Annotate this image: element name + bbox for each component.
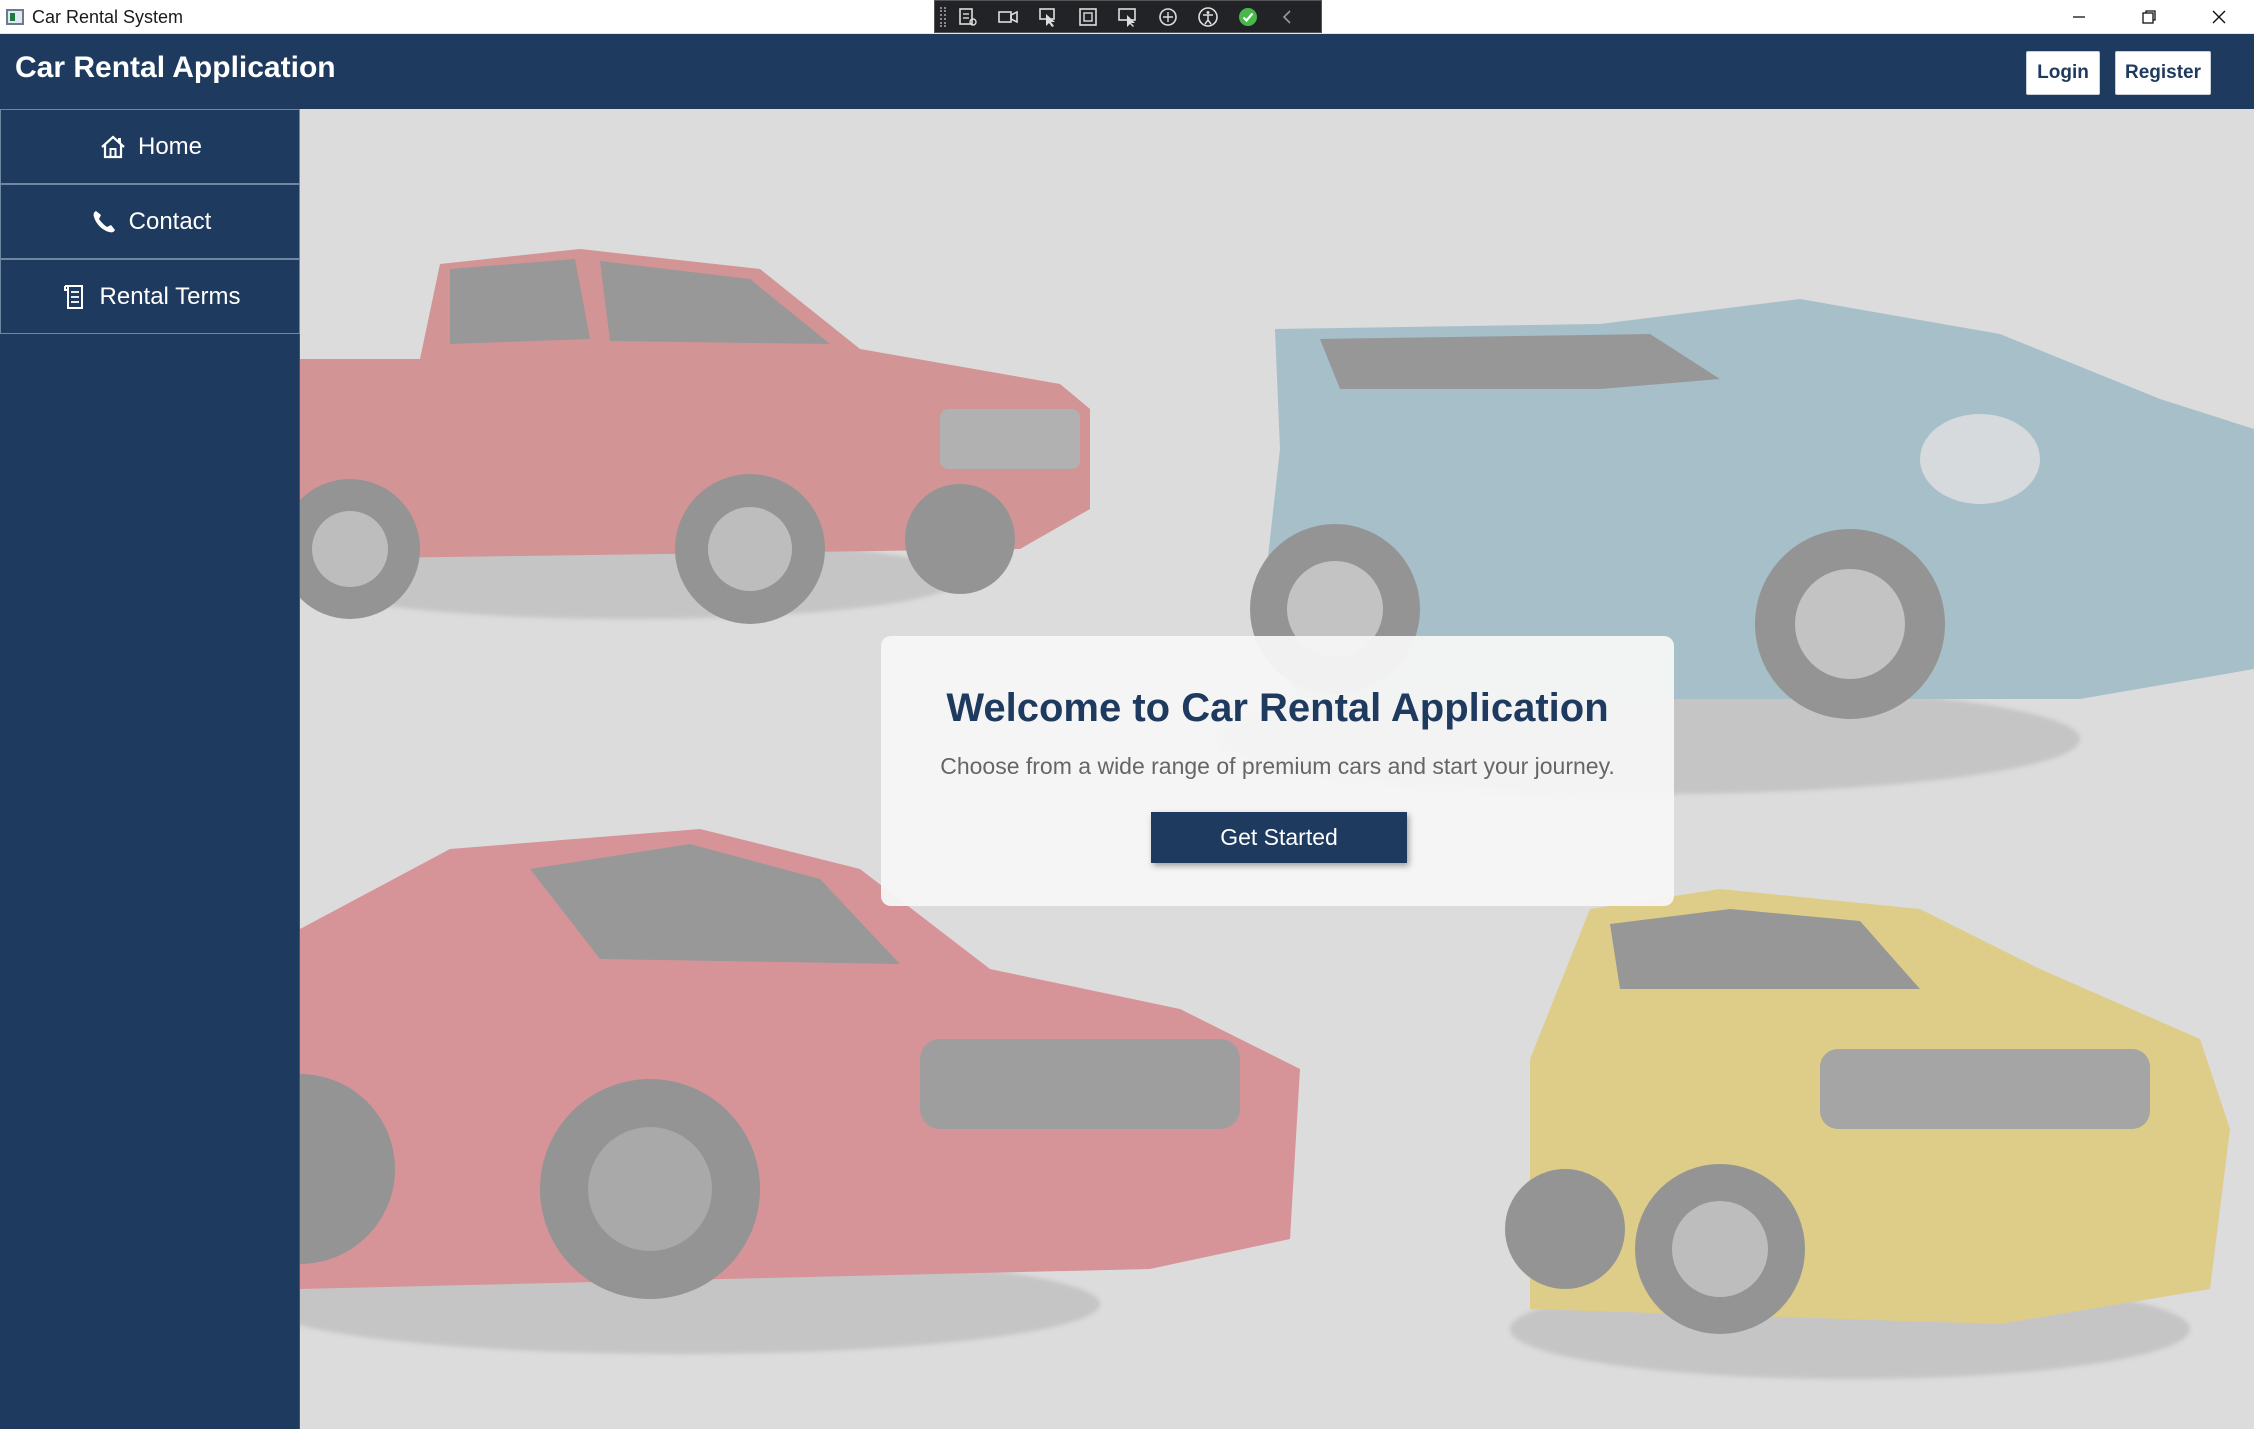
sidebar: Home Contact Rental Terms bbox=[0, 109, 300, 1429]
pickup-truck-image bbox=[300, 249, 1090, 624]
home-icon bbox=[101, 135, 125, 158]
track-focus-icon[interactable] bbox=[1115, 5, 1141, 29]
triber-car-image bbox=[1505, 889, 2230, 1379]
main-content: Welcome to Car Rental Application Choose… bbox=[300, 109, 2254, 1429]
app-title: Car Rental Application bbox=[15, 51, 336, 84]
sidebar-item-rental-terms[interactable]: Rental Terms bbox=[0, 259, 300, 334]
checkmark-status-icon[interactable] bbox=[1235, 5, 1261, 29]
app-window-icon bbox=[6, 9, 24, 25]
app-header: Car Rental Application Login Register bbox=[0, 34, 2254, 109]
phone-icon bbox=[93, 210, 115, 232]
welcome-title: Welcome to Car Rental Application bbox=[946, 686, 1609, 730]
register-button[interactable]: Register bbox=[2115, 51, 2211, 95]
close-icon[interactable] bbox=[2184, 0, 2254, 34]
window-titlebar: Car Rental System bbox=[0, 0, 2254, 34]
welcome-card: Welcome to Car Rental Application Choose… bbox=[881, 636, 1674, 906]
window-title: Car Rental System bbox=[32, 7, 184, 27]
restore-icon[interactable] bbox=[2114, 0, 2184, 34]
document-icon bbox=[63, 284, 83, 309]
debug-toolbar bbox=[934, 0, 1322, 33]
sidebar-item-label: Home bbox=[137, 132, 203, 160]
drag-grip-icon[interactable] bbox=[940, 7, 946, 27]
welcome-subtitle: Choose from a wide range of premium cars… bbox=[940, 753, 1615, 779]
binding-failures-icon[interactable] bbox=[1155, 5, 1181, 29]
minimize-icon[interactable] bbox=[2044, 0, 2114, 34]
accessibility-icon[interactable] bbox=[1195, 5, 1221, 29]
sidebar-item-contact[interactable]: Contact bbox=[0, 184, 300, 259]
sidebar-item-home[interactable]: Home bbox=[0, 109, 300, 184]
video-camera-icon[interactable] bbox=[995, 5, 1021, 29]
login-button[interactable]: Login bbox=[2026, 51, 2100, 95]
get-started-button[interactable]: Get Started bbox=[1151, 812, 1407, 863]
live-tree-icon[interactable] bbox=[955, 5, 981, 29]
layout-adorner-icon[interactable] bbox=[1075, 5, 1101, 29]
select-element-icon[interactable] bbox=[1035, 5, 1061, 29]
mustang-car-image bbox=[300, 829, 1300, 1354]
sidebar-item-label: Contact bbox=[128, 207, 212, 235]
sidebar-item-label: Rental Terms bbox=[99, 282, 241, 310]
collapse-chevron-icon[interactable] bbox=[1275, 5, 1301, 29]
